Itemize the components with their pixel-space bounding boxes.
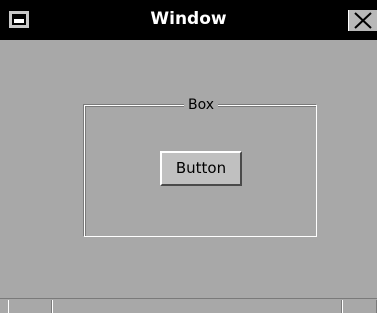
- close-icon[interactable]: [348, 10, 377, 31]
- status-segment: [342, 300, 377, 313]
- window-title: Window: [150, 9, 227, 29]
- title-bar[interactable]: Window: [0, 0, 377, 40]
- window: Window Box Button: [0, 0, 377, 313]
- group-box-label: Box: [184, 96, 219, 114]
- status-segment: [52, 300, 342, 313]
- window-content: Box Button: [8, 40, 377, 298]
- status-segment: [8, 300, 52, 313]
- push-button[interactable]: Button: [160, 151, 242, 186]
- status-bar: [0, 298, 377, 313]
